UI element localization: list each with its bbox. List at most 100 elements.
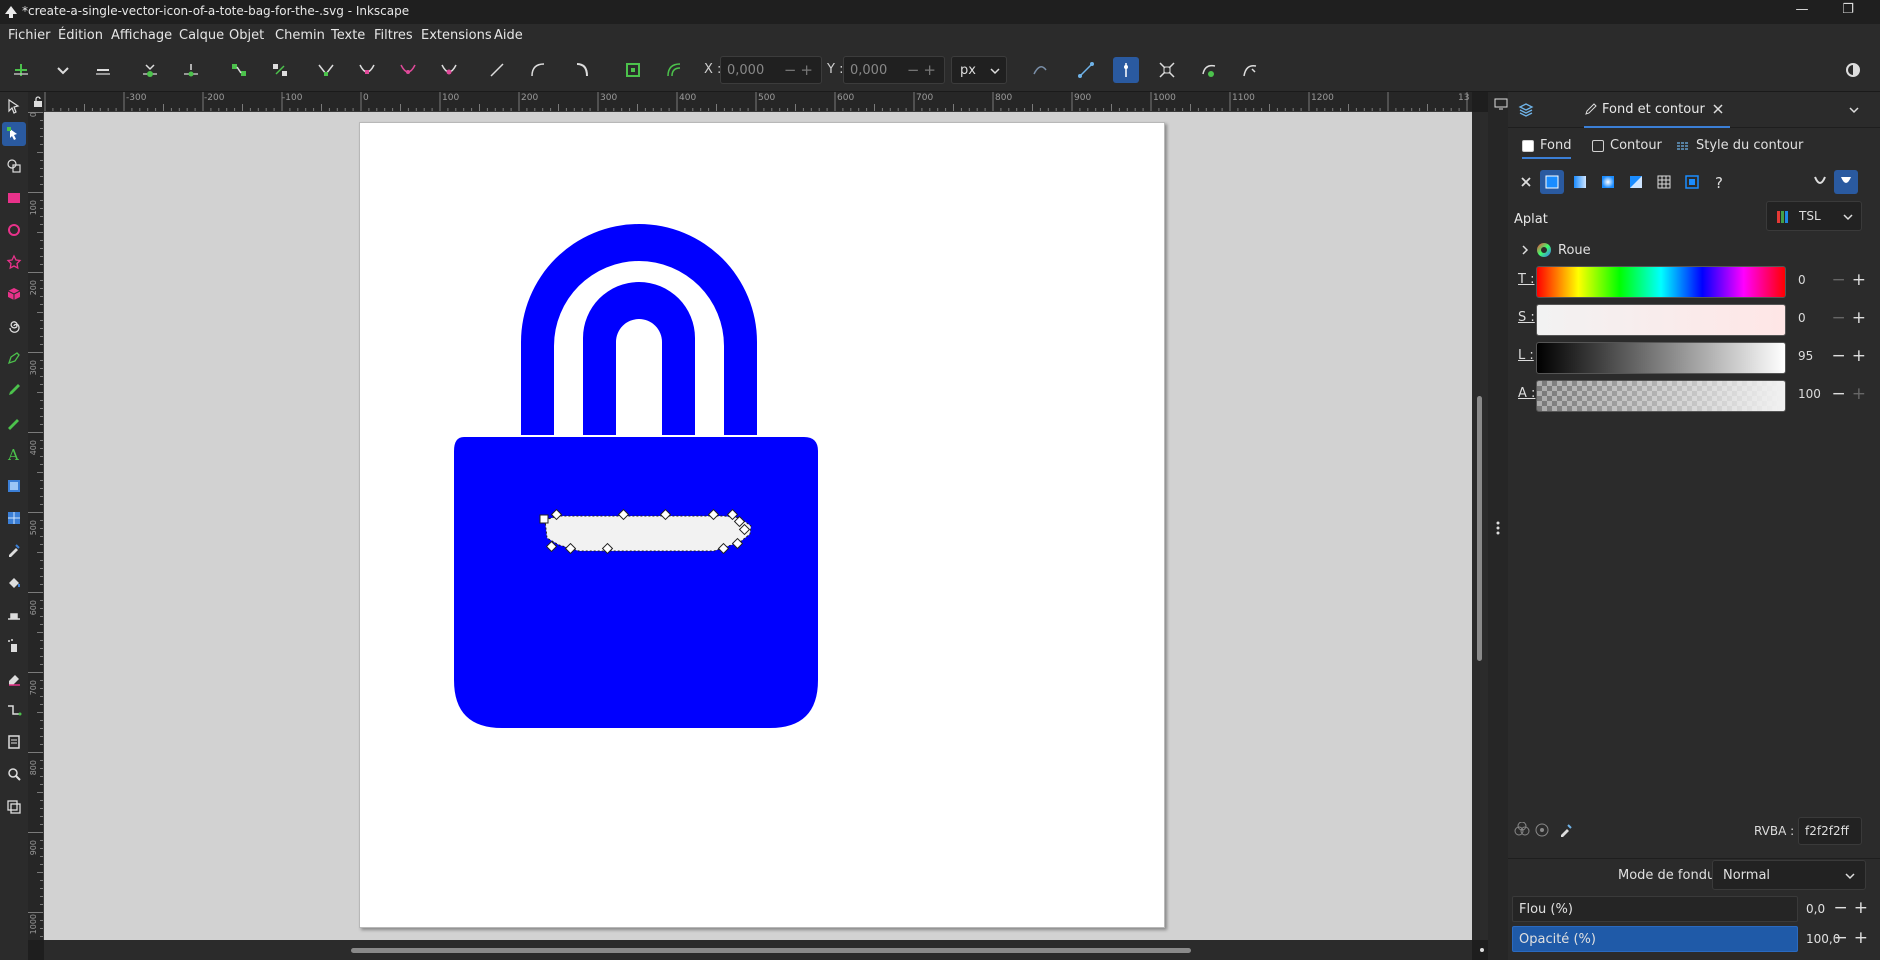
dropper-tool-icon[interactable] [2,538,26,562]
show-handles-icon[interactable] [1073,57,1099,83]
canvas-options-icon[interactable] [1477,945,1487,955]
edit-clip-icon[interactable] [1196,57,1222,83]
pen-tool-icon[interactable] [2,346,26,370]
tab-fill[interactable]: Fond [1522,138,1572,159]
alpha-slider[interactable] [1536,380,1786,412]
node-symmetric-icon[interactable] [395,57,421,83]
lock-icon[interactable] [33,96,43,108]
fill-rule-nonzero-button[interactable] [1834,170,1858,194]
conic-gradient-button[interactable] [1624,170,1648,194]
edit-mask-icon[interactable] [1237,57,1263,83]
radial-gradient-button[interactable] [1596,170,1620,194]
calligraphy-tool-icon[interactable] [2,410,26,434]
blur-value-input[interactable]: 0,0 −+ [1802,896,1876,922]
bag-inner-handle[interactable] [583,282,695,435]
tab-stroke[interactable]: Contour [1592,138,1662,153]
drawing-canvas[interactable] [44,112,1472,940]
show-bbox-icon[interactable] [1154,57,1180,83]
mesh-tool-icon[interactable] [2,506,26,530]
3d-box-tool-icon[interactable] [2,282,26,306]
maximize-button[interactable]: ❐ [1830,2,1866,22]
blend-mode-select[interactable]: Normal [1712,860,1866,890]
x-coordinate-input[interactable]: 0,000 −+ [720,56,822,84]
bag-body[interactable] [454,437,818,728]
star-tool-icon[interactable] [2,250,26,274]
eraser-tool-icon[interactable] [2,666,26,690]
y-coordinate-input[interactable]: 0,000 −+ [843,56,945,84]
hue-value-input[interactable]: 0 −+ [1794,266,1874,296]
layers-tab[interactable] [1518,92,1544,128]
gradient-tool-icon[interactable] [2,474,26,498]
no-paint-button[interactable] [1514,170,1538,194]
menu-extensions[interactable]: Extensions [421,28,492,43]
bag-outer-handle[interactable] [521,224,757,435]
vertical-scroll-thumb[interactable] [1477,396,1482,661]
show-transform-handles-icon[interactable] [1027,57,1053,83]
saturation-slider[interactable] [1536,304,1786,336]
hue-slider[interactable] [1536,266,1786,298]
show-path-outline-icon[interactable] [1113,57,1139,83]
rgba-input[interactable]: f2f2f2ff [1798,817,1862,845]
menu-chemin[interactable]: Chemin [275,28,325,43]
connector-tool-icon[interactable] [2,698,26,722]
rectangle-tool-icon[interactable] [2,186,26,210]
pages-tool-icon[interactable] [2,730,26,754]
drag-handle-icon[interactable] [1496,520,1500,536]
panel-divider[interactable] [1488,92,1508,960]
color-mode-select[interactable]: TSL [1766,201,1862,231]
segment-curve-icon[interactable] [525,57,551,83]
mesh-gradient-button[interactable] [1652,170,1676,194]
menu-fichier[interactable]: Fichier [8,28,51,43]
vertical-scrollbar[interactable] [1472,112,1488,940]
insert-node-icon[interactable] [8,57,34,83]
lightness-slider[interactable] [1536,342,1786,374]
menu-texte[interactable]: Texte [331,28,365,43]
linear-gradient-button[interactable] [1568,170,1592,194]
join-nodes-icon[interactable] [137,57,163,83]
text-tool-icon[interactable]: A [2,442,26,466]
pencil-tool-icon[interactable] [2,378,26,402]
flat-color-button[interactable] [1540,170,1564,194]
saturation-value-input[interactable]: 0 −+ [1794,304,1874,334]
zoom-tool-icon[interactable] [2,762,26,786]
menu-objet[interactable]: Objet [229,28,264,43]
tote-bag-drawing[interactable] [44,112,1472,940]
selected-pocket-shape[interactable] [544,515,752,552]
menu-edition[interactable]: Édition [58,28,103,43]
paint-bucket-tool-icon[interactable] [2,570,26,594]
menu-calque[interactable]: Calque [179,28,224,43]
blur-slider[interactable]: Flou (%) [1512,896,1798,922]
stroke-to-path-icon[interactable] [620,57,646,83]
unset-paint-button[interactable]: ? [1708,170,1732,194]
unit-select[interactable]: px [951,56,1007,84]
tweak-tool-icon[interactable] [2,602,26,626]
node-auto-smooth-icon[interactable] [436,57,462,83]
tab-stroke-style[interactable]: Style du contour [1676,138,1803,153]
horizontal-scroll-thumb[interactable] [351,948,1191,953]
measure-tool-icon[interactable] [2,794,26,818]
spray-tool-icon[interactable] [2,634,26,658]
segment-line-icon[interactable] [484,57,510,83]
pattern-button[interactable] [1680,170,1704,194]
insert-menu-chevron-icon[interactable] [50,57,76,83]
shape-builder-tool-icon[interactable] [2,154,26,178]
path-effect-icon[interactable] [661,57,687,83]
join-segment-icon[interactable] [226,57,252,83]
horizontal-scrollbar[interactable] [44,940,1484,960]
commands-bar-icon[interactable] [1840,57,1866,83]
selector-tool-icon[interactable] [2,94,26,118]
opacity-slider[interactable]: Opacité (%) [1512,926,1798,952]
fill-rule-evenodd-button[interactable] [1808,170,1832,194]
opacity-value-input[interactable]: 100,0 −+ [1802,926,1876,952]
lightness-value-input[interactable]: 95 −+ [1794,342,1874,372]
alpha-value-input[interactable]: 100 −+ [1794,380,1874,410]
spiral-tool-icon[interactable] [2,314,26,338]
close-icon[interactable] [1713,104,1723,114]
dock-menu-button[interactable] [1848,92,1868,128]
menu-affichage[interactable]: Affichage [111,28,172,43]
color-wheel-expander[interactable]: Roue [1520,242,1591,258]
node-tool-icon[interactable] [2,122,26,146]
menu-filtres[interactable]: Filtres [374,28,413,43]
minimize-button[interactable]: — [1784,2,1820,22]
ellipse-tool-icon[interactable] [2,218,26,242]
